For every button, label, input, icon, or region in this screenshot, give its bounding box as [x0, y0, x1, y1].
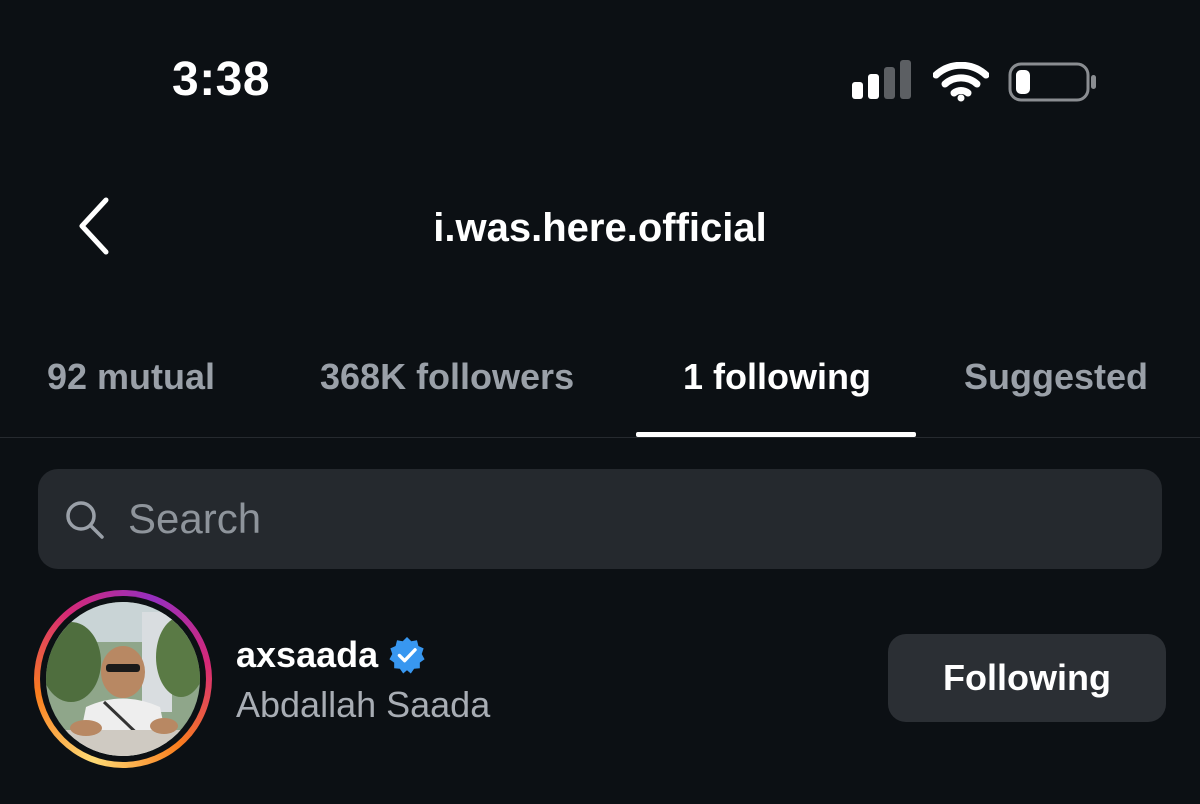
tab-following[interactable]: 1 following [683, 356, 871, 398]
search-icon [66, 501, 104, 539]
avatar [46, 602, 200, 756]
verified-badge-icon [389, 636, 425, 674]
list-item[interactable]: axsaada Abdallah Saada Following [0, 586, 1200, 776]
avatar-story-ring[interactable] [34, 590, 212, 768]
tab-mutual[interactable]: 92 mutual [47, 356, 215, 398]
following-button[interactable]: Following [888, 634, 1166, 722]
username[interactable]: axsaada [236, 634, 378, 676]
battery-icon [1008, 62, 1096, 102]
cellular-signal-icon [852, 60, 911, 99]
page-title: i.was.here.official [433, 206, 767, 250]
tab-followers[interactable]: 368K followers [320, 356, 574, 398]
active-tab-indicator [636, 432, 916, 437]
wifi-icon [933, 62, 989, 102]
search-bar[interactable] [38, 469, 1162, 569]
tab-suggested[interactable]: Suggested [964, 356, 1148, 398]
status-bar: 3:38 [0, 0, 1200, 160]
status-time: 3:38 [172, 53, 271, 106]
header: i.was.here.official [0, 180, 1200, 276]
full-name: Abdallah Saada [236, 684, 491, 725]
tab-bar: 92 mutual 368K followers 1 following Sug… [0, 340, 1200, 438]
search-input[interactable] [128, 469, 1088, 569]
